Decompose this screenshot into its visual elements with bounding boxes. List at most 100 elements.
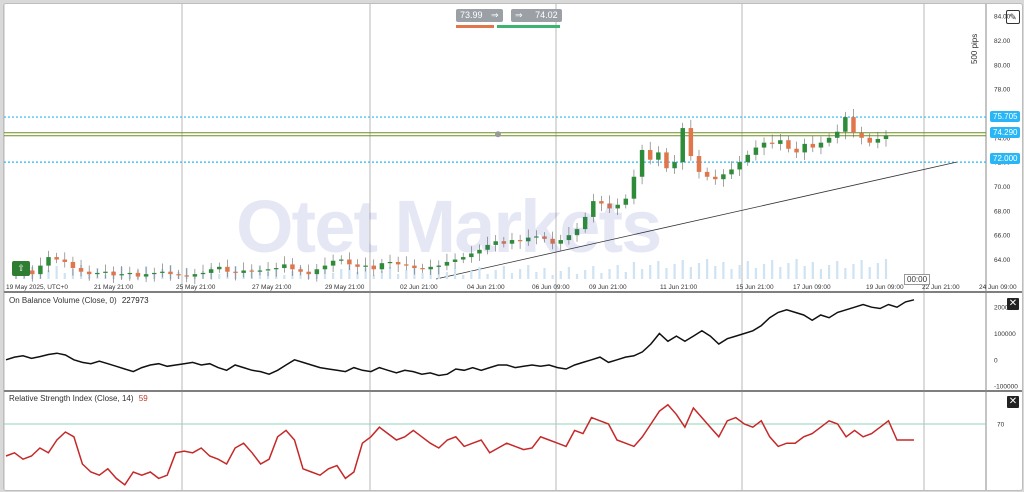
candle-body [135, 272, 141, 277]
candle-body [704, 171, 710, 177]
candle-body [119, 274, 124, 276]
volume-bar [218, 274, 221, 279]
ask-value: 74.02 [535, 10, 558, 20]
obv-y-tick-label: -100000 [994, 384, 1018, 391]
level-badge-current: 74.290 [990, 127, 1021, 138]
volume-bar [706, 259, 709, 279]
volume-bar [860, 260, 863, 279]
obv-title: On Balance Volume (Close, 0) 227973 [9, 296, 149, 305]
candle-body [875, 139, 881, 143]
level-badge-upper: 75.705 [990, 111, 1021, 122]
candle-body [62, 259, 68, 262]
volume-bar [868, 267, 871, 279]
bid-quote[interactable]: 73.99 ⇒ [456, 9, 503, 22]
candle-body [86, 271, 92, 275]
candle-body [656, 152, 661, 160]
candle-body [257, 270, 263, 272]
candle-body [176, 274, 181, 276]
candle-body [111, 271, 116, 276]
volume-bar [486, 274, 489, 279]
volume-bar [762, 264, 766, 279]
volume-bar [575, 274, 579, 279]
candle-body [95, 272, 100, 275]
volume-bar [673, 264, 676, 279]
broker-badge-icon[interactable]: ⇧ [12, 261, 30, 276]
volume-bar [397, 274, 400, 279]
chart-frame: 19 May 2025, UTC+0 21 May 21:00 25 May 21:… [3, 3, 1023, 491]
candle-body [851, 117, 856, 133]
rsi-value: 59 [138, 394, 148, 403]
scale-label: 500 pips [970, 33, 979, 64]
volume-bar [779, 267, 782, 279]
volume-bar [754, 268, 758, 279]
candle-body [745, 154, 751, 163]
y-tick-label: 68.00 [994, 208, 1011, 215]
volume-bar [494, 270, 497, 279]
candle-body [737, 162, 742, 170]
candle-body [769, 142, 775, 144]
volume-bar [510, 273, 514, 279]
y-tick-label: 78.00 [994, 87, 1011, 94]
obv-y-tick-label: 0 [994, 357, 998, 364]
edit-chart-icon[interactable]: ✎ [1006, 10, 1020, 24]
x-tick-label: 19 May 2025, UTC+0 [6, 284, 68, 291]
volume-bar [876, 263, 879, 279]
volume-bar [405, 270, 408, 279]
x-tick-label: 09 Jun 21:00 [589, 284, 627, 291]
level-badge-lower: 72.000 [990, 153, 1021, 164]
volume-bar [640, 269, 644, 279]
candle-timer: 00:00 [904, 274, 931, 285]
candle-body [818, 142, 824, 148]
candle-body [753, 147, 759, 155]
candle-body [306, 271, 311, 275]
volume-bar [730, 269, 733, 279]
candle-body [54, 257, 59, 260]
rsi-y-tick-label: 70 [997, 422, 1005, 429]
volume-bar [340, 269, 343, 279]
candle-body [78, 268, 84, 272]
obv-close-button[interactable]: ✕ [1007, 298, 1019, 310]
volume-bar [771, 260, 774, 279]
watermark-logo: Otet Markets [236, 185, 662, 268]
candle-body [38, 265, 43, 275]
volume-bar [714, 266, 717, 279]
volume-bar [836, 261, 839, 279]
candle-body [802, 143, 807, 153]
obv-series-line [5, 299, 915, 377]
y-tick-label: 64.00 [994, 257, 1011, 264]
candle-body [639, 149, 645, 177]
x-tick-label: 25 May 21:00 [176, 284, 216, 291]
volume-bar [697, 263, 701, 279]
volume-bar [559, 271, 562, 279]
x-tick-label: 27 May 21:00 [252, 284, 292, 291]
candle-body [647, 149, 653, 160]
candle-body [200, 272, 206, 275]
volume-bar [421, 273, 424, 279]
x-tick-label: 19 Jun 09:00 [866, 284, 904, 291]
line-handle-icon [495, 131, 501, 138]
volume-bar [551, 275, 554, 279]
rsi-title-text: Relative Strength Index (Close, 14) [9, 394, 134, 403]
candle-body [192, 274, 198, 277]
x-tick-label: 24 Jun 09:00 [979, 284, 1017, 291]
candle-body [729, 169, 734, 175]
volume-bar [445, 272, 449, 279]
x-tick-label: 29 May 21:00 [325, 284, 365, 291]
candle-body [672, 162, 677, 169]
volume-bar [608, 269, 611, 279]
candle-body [225, 266, 230, 272]
candle-body [151, 272, 157, 275]
candle-body [217, 266, 222, 270]
volume-bar [543, 268, 546, 279]
rsi-close-button[interactable]: ✕ [1007, 396, 1019, 408]
x-tick-label: 04 Jun 21:00 [467, 284, 505, 291]
volume-bar [665, 268, 668, 279]
volume-bar [600, 273, 603, 279]
candle-body [859, 132, 864, 138]
volume-bar [819, 269, 823, 279]
volume-bar [722, 262, 725, 279]
volume-bar [681, 260, 684, 279]
ask-quote[interactable]: ⇒ 74.02 [511, 9, 562, 22]
x-tick-label: 22 Jun 21:00 [922, 284, 960, 291]
ask-bar [497, 25, 560, 28]
